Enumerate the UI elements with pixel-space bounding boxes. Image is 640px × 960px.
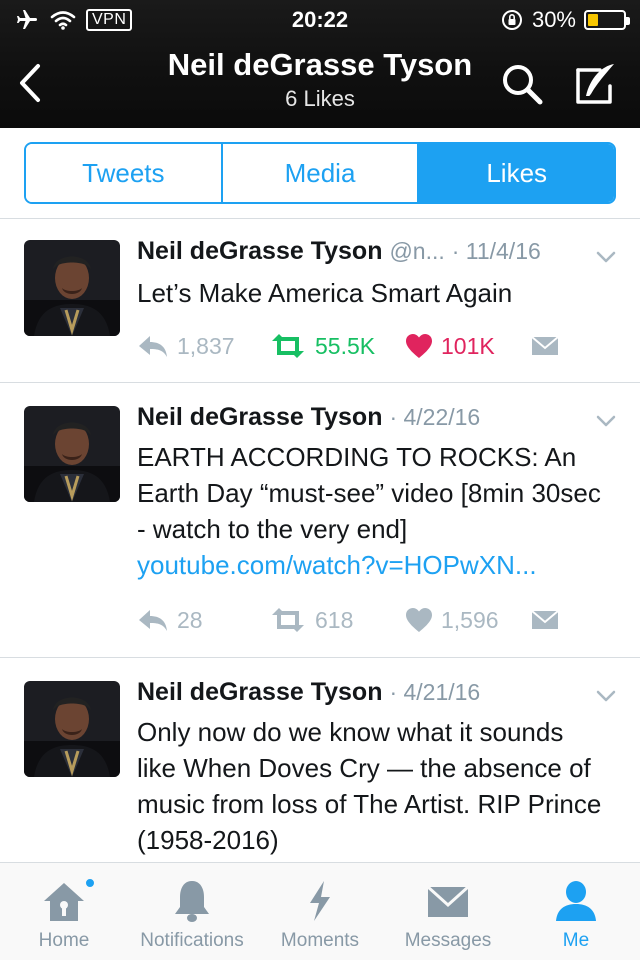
tabbar-home[interactable]: Home (0, 863, 128, 960)
chevron-down-icon[interactable] (594, 688, 618, 704)
reply-button[interactable]: 1,837 (137, 331, 235, 361)
tabbar-label: Me (562, 930, 590, 951)
avatar[interactable] (24, 681, 120, 777)
tab-likes[interactable]: Likes (417, 144, 614, 202)
retweet-button[interactable]: 55.5K (269, 331, 375, 361)
tabbar-label: Moments (280, 930, 360, 951)
status-bar: VPN 20:22 30% (0, 0, 640, 40)
avatar-image (24, 240, 120, 336)
avatar[interactable] (24, 406, 120, 502)
reply-icon (139, 336, 167, 357)
envelope-icon (531, 336, 559, 355)
compose-tweet-icon[interactable] (570, 60, 620, 108)
like-button[interactable]: 101K (405, 331, 495, 361)
tweet-item[interactable]: Neil deGrasse Tyson @n... · 11/4/16 Let’… (0, 219, 640, 383)
chevron-down-icon[interactable] (594, 413, 618, 429)
direct-message-button[interactable] (530, 331, 560, 361)
tabbar-messages[interactable]: Messages (384, 863, 512, 960)
tweet-header: Neil deGrasse Tyson · 4/22/16 (137, 403, 590, 432)
tabbar-label: Notifications (140, 930, 244, 951)
top-header: VPN 20:22 30% Neil deGrasse Tyson 6 Like… (0, 0, 640, 128)
tweet-actions: 28 618 1,596 (137, 605, 607, 635)
reply-button[interactable]: 28 (137, 605, 203, 635)
like-count: 1,596 (441, 606, 499, 633)
battery-icon (584, 10, 630, 30)
envelope-icon (531, 610, 559, 629)
avatar-image (24, 406, 120, 502)
retweet-icon (272, 608, 304, 632)
tab-tweets[interactable]: Tweets (26, 144, 221, 202)
tweet-body: EARTH ACCORDING TO ROCKS: An Earth Day “… (137, 442, 601, 544)
tab-media[interactable]: Media (220, 144, 418, 202)
reply-icon (139, 610, 167, 631)
tabbar-notifications[interactable]: Notifications (128, 863, 256, 960)
bell-icon (175, 881, 209, 922)
lightning-icon (310, 881, 330, 921)
chevron-down-icon[interactable] (594, 249, 618, 265)
author-name[interactable]: Neil deGrasse Tyson (137, 403, 382, 431)
notification-dot (84, 877, 96, 889)
battery-level (588, 14, 598, 26)
tweet-actions: 1,837 55.5K 101K (137, 331, 607, 361)
tweet-header: Neil deGrasse Tyson @n... · 11/4/16 (137, 237, 590, 266)
tabbar-moments[interactable]: Moments (256, 863, 384, 960)
author-name[interactable]: Neil deGrasse Tyson (137, 678, 382, 706)
retweet-icon (272, 334, 304, 358)
retweet-count: 618 (315, 606, 354, 633)
bottom-tab-bar: Home Notifications Moments Messages Me (0, 862, 640, 960)
battery-percent: 30% (531, 7, 576, 32)
retweet-count: 55.5K (315, 332, 376, 359)
tabbar-label: Messages (404, 930, 492, 951)
profile-tabs: Tweets Media Likes (24, 142, 616, 204)
person-icon (556, 881, 596, 921)
tweet-date: · 11/4/16 (451, 238, 541, 264)
tabbar-label: Home (38, 930, 90, 951)
envelope-icon (426, 885, 470, 917)
home-icon (44, 883, 84, 921)
tweet-item[interactable]: Neil deGrasse Tyson · 4/21/16 Only now d… (0, 658, 640, 862)
reply-count: 1,837 (177, 332, 235, 359)
heart-icon (406, 608, 432, 632)
tweet-body: Only now do we know what it sounds like … (137, 717, 602, 855)
avatar-image (24, 681, 120, 777)
tweet-link[interactable]: youtube.com/watch?v=HOPwXN... (137, 547, 607, 583)
heart-icon (406, 334, 432, 358)
tweet-header: Neil deGrasse Tyson · 4/21/16 (137, 678, 590, 707)
tweet-text: EARTH ACCORDING TO ROCKS: An Earth Day “… (137, 439, 607, 583)
direct-message-button[interactable] (530, 605, 560, 635)
status-right: 30% (500, 7, 630, 33)
tweet-body: Let’s Make America Smart Again (137, 278, 513, 308)
tweet-date: · 4/21/16 (389, 679, 481, 705)
tweet-text: Let’s Make America Smart Again (137, 275, 607, 311)
tweet-text: Only now do we know what it sounds like … (137, 714, 607, 858)
retweet-button[interactable]: 618 (269, 605, 353, 635)
tabbar-me[interactable]: Me (512, 863, 640, 960)
author-name[interactable]: Neil deGrasse Tyson (137, 237, 382, 265)
like-button[interactable]: 1,596 (405, 605, 499, 635)
author-handle[interactable]: @n... (389, 238, 444, 264)
reply-count: 28 (177, 606, 203, 633)
like-count: 101K (441, 332, 495, 359)
rotation-lock-icon (501, 10, 522, 30)
search-icon[interactable] (498, 60, 546, 108)
avatar[interactable] (24, 240, 120, 336)
tweet-item[interactable]: Neil deGrasse Tyson · 4/22/16 EARTH ACCO… (0, 383, 640, 658)
tweet-date: · 4/22/16 (389, 404, 481, 430)
